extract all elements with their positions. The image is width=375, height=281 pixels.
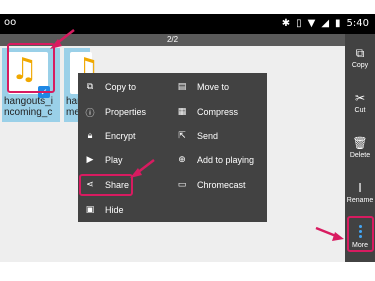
context-menu: ⧉ Copy to ▤ Move to ⓘ Properties ▦ Compr…: [78, 73, 267, 222]
menu-item-label: Properties: [105, 107, 147, 117]
file-manager-screen: ᴏᴏ ✱ ▯ ▼ ◢ ▮ 5:40 2/2 ♫ ✓ hangouts_i ncom…: [0, 0, 375, 281]
cut-label: Cut: [354, 107, 366, 114]
menu-item-label: Hide: [105, 205, 124, 215]
trash-icon: 🗑︎: [352, 136, 368, 150]
menu-item-properties[interactable]: ⓘ Properties: [84, 104, 146, 120]
copy-to-icon: ⧉: [86, 82, 94, 92]
menu-item-label: Compress: [197, 107, 239, 117]
menu-item-label: Encrypt: [105, 131, 136, 141]
file-name: hangouts_i ncoming_c: [4, 96, 53, 118]
menu-item-compress[interactable]: ▦ Compress: [176, 104, 238, 120]
compress-icon: ▦: [177, 107, 187, 117]
battery-icon: ▮: [335, 18, 341, 29]
menu-item-label: Play: [105, 155, 123, 165]
menu-item-play[interactable]: ▶ Play: [84, 152, 123, 168]
scissors-icon: ✂: [354, 91, 366, 105]
hide-icon: ▣: [85, 205, 95, 215]
info-icon: ⓘ: [85, 108, 95, 119]
bluetooth-icon: ✱: [281, 18, 291, 29]
share-highlight-annotation: [79, 174, 133, 196]
delete-button[interactable]: 🗑︎ Delete: [345, 132, 375, 172]
more-highlight-annotation: [347, 216, 374, 252]
chromecast-icon: ▭: [177, 180, 187, 190]
copy-label: Copy: [351, 62, 369, 69]
send-icon: ⇱: [178, 131, 186, 141]
annotation-arrow-share: [130, 159, 155, 178]
lock-icon: 🔒︎: [87, 131, 93, 141]
wifi-icon: ▼: [307, 18, 316, 29]
add-to-playing-icon: ⊕: [178, 155, 186, 165]
move-to-icon: ▤: [177, 82, 187, 92]
vibrate-icon: ▯: [296, 18, 302, 29]
rename-label: Rename: [346, 197, 374, 204]
menu-item-hide[interactable]: ▣ Hide: [84, 202, 124, 218]
annotation-arrow-more: [315, 226, 344, 241]
menu-item-move-to[interactable]: ▤ Move to: [176, 79, 229, 95]
menu-item-label: Add to playing: [197, 155, 255, 165]
copy-icon: ⧉: [355, 46, 365, 60]
delete-label: Delete: [349, 152, 371, 159]
menu-item-label: Copy to: [105, 82, 137, 92]
status-icons: ✱ ▯ ▼ ◢ ▮ 5:40: [282, 17, 369, 31]
menu-item-label: Chromecast: [197, 180, 246, 190]
text-cursor-icon: I: [358, 181, 362, 195]
bottom-gutter: [0, 262, 375, 281]
signal-icon: ◢: [321, 18, 330, 29]
menu-item-send[interactable]: ⇱ Send: [176, 128, 218, 144]
rename-button[interactable]: I Rename: [345, 177, 375, 217]
annotation-arrow-file: [50, 29, 75, 49]
copy-button[interactable]: ⧉ Copy: [345, 42, 375, 82]
status-time: 5:40: [346, 18, 369, 29]
menu-item-copy-to[interactable]: ⧉ Copy to: [84, 79, 136, 95]
menu-item-add-to-playing[interactable]: ⊕ Add to playing: [176, 152, 254, 168]
menu-item-label: Move to: [197, 82, 230, 92]
menu-item-label: Send: [197, 131, 219, 141]
cut-button[interactable]: ✂ Cut: [345, 87, 375, 127]
play-icon: ▶: [86, 155, 94, 165]
menu-item-encrypt[interactable]: 🔒︎ Encrypt: [84, 128, 136, 144]
menu-item-chromecast[interactable]: ▭ Chromecast: [176, 177, 246, 193]
voicemail-icon: ᴏᴏ: [4, 17, 17, 28]
